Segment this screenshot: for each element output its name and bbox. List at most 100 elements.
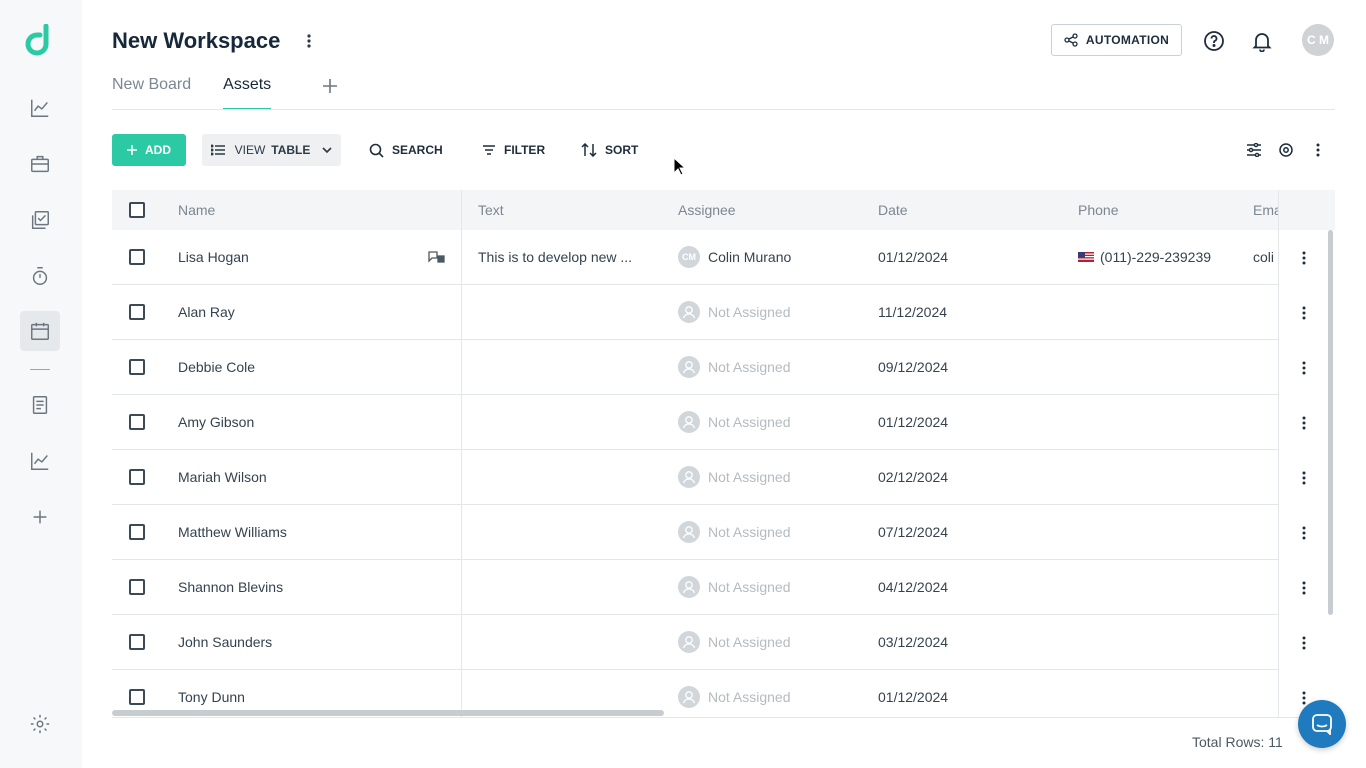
- row-checkbox[interactable]: [129, 524, 145, 540]
- search-button[interactable]: SEARCH: [369, 134, 443, 166]
- row-checkbox[interactable]: [129, 249, 145, 265]
- sidebar-item-reports[interactable]: [20, 441, 60, 481]
- row-more-button[interactable]: [1296, 468, 1312, 488]
- help-button[interactable]: [1202, 29, 1226, 53]
- cell-phone[interactable]: [1078, 560, 1243, 615]
- row-more-button[interactable]: [1296, 303, 1312, 323]
- table-row[interactable]: Shannon Blevins Not Assigned 04/12/2024: [112, 560, 1335, 615]
- cell-email[interactable]: [1253, 450, 1278, 505]
- automation-button[interactable]: AUTOMATION: [1051, 24, 1182, 56]
- row-checkbox[interactable]: [129, 304, 145, 320]
- cell-date[interactable]: 03/12/2024: [878, 615, 1058, 670]
- table-row[interactable]: Mariah Wilson Not Assigned 02/12/2024: [112, 450, 1335, 505]
- toolbar-more-button[interactable]: [1307, 139, 1329, 161]
- row-more-button[interactable]: [1296, 578, 1312, 598]
- row-more-button[interactable]: [1296, 248, 1312, 268]
- cell-name[interactable]: Matthew Williams: [178, 505, 428, 560]
- notifications-button[interactable]: [1250, 29, 1274, 53]
- cell-email[interactable]: [1253, 340, 1278, 395]
- cell-date[interactable]: 07/12/2024: [878, 505, 1058, 560]
- cell-phone[interactable]: [1078, 505, 1243, 560]
- cell-name[interactable]: Alan Ray: [178, 285, 428, 340]
- cell-name[interactable]: Amy Gibson: [178, 395, 428, 450]
- cell-assignee[interactable]: CM Colin Murano: [678, 230, 868, 285]
- row-more-button[interactable]: [1296, 413, 1312, 433]
- sort-button[interactable]: SORT: [581, 134, 638, 166]
- sidebar-add-button[interactable]: [20, 497, 60, 537]
- column-header-text[interactable]: Text: [478, 190, 504, 230]
- filter-button[interactable]: FILTER: [482, 134, 545, 166]
- cell-text[interactable]: This is to develop new ...: [478, 230, 648, 285]
- cell-text[interactable]: [478, 285, 648, 340]
- cell-phone[interactable]: [1078, 340, 1243, 395]
- row-checkbox[interactable]: [129, 414, 145, 430]
- sidebar-item-documents[interactable]: [20, 385, 60, 425]
- cell-email[interactable]: [1253, 395, 1278, 450]
- cell-name[interactable]: Lisa Hogan: [178, 230, 428, 285]
- sidebar-item-analytics[interactable]: [20, 88, 60, 128]
- cell-phone[interactable]: [1078, 285, 1243, 340]
- cell-assignee[interactable]: Not Assigned: [678, 395, 868, 450]
- horizontal-scrollbar[interactable]: [112, 710, 664, 716]
- column-header-date[interactable]: Date: [878, 190, 908, 230]
- row-checkbox[interactable]: [129, 579, 145, 595]
- table-row[interactable]: Lisa Hogan This is to develop new ... CM Co…: [112, 230, 1335, 285]
- cell-date[interactable]: 01/12/2024: [878, 395, 1058, 450]
- cell-date[interactable]: 04/12/2024: [878, 560, 1058, 615]
- cell-assignee[interactable]: Not Assigned: [678, 505, 868, 560]
- board-settings-button[interactable]: [1275, 139, 1297, 161]
- cell-phone[interactable]: [1078, 450, 1243, 505]
- row-more-button[interactable]: [1296, 523, 1312, 543]
- row-more-button[interactable]: [1296, 633, 1312, 653]
- cell-phone[interactable]: [1078, 670, 1243, 717]
- cell-phone[interactable]: (011)-229-239239: [1078, 230, 1243, 285]
- conversation-icon[interactable]: [427, 250, 445, 264]
- sidebar-item-portfolio[interactable]: [20, 144, 60, 184]
- cell-name[interactable]: John Saunders: [178, 615, 428, 670]
- row-checkbox[interactable]: [129, 469, 145, 485]
- cell-date[interactable]: 01/12/2024: [878, 670, 1058, 717]
- column-header-name[interactable]: Name: [178, 190, 215, 230]
- cell-name[interactable]: Debbie Cole: [178, 340, 428, 395]
- row-checkbox[interactable]: [129, 689, 145, 705]
- cell-date[interactable]: 11/12/2024: [878, 285, 1058, 340]
- cell-email[interactable]: [1253, 615, 1278, 670]
- cell-name[interactable]: Shannon Blevins: [178, 560, 428, 615]
- row-more-button[interactable]: [1296, 358, 1312, 378]
- table-row[interactable]: Alan Ray Not Assigned 11/12/2024: [112, 285, 1335, 340]
- cell-email[interactable]: [1253, 560, 1278, 615]
- sidebar-item-timer[interactable]: [20, 256, 60, 296]
- view-selector[interactable]: VIEW TABLE: [202, 134, 341, 166]
- cell-text[interactable]: [478, 615, 648, 670]
- chat-support-button[interactable]: [1298, 700, 1346, 748]
- sidebar-item-tasks[interactable]: [20, 200, 60, 240]
- cell-assignee[interactable]: Not Assigned: [678, 450, 868, 505]
- cell-email[interactable]: [1253, 670, 1278, 717]
- row-checkbox[interactable]: [129, 634, 145, 650]
- cell-assignee[interactable]: Not Assigned: [678, 670, 868, 717]
- column-settings-button[interactable]: [1243, 139, 1265, 161]
- select-all-checkbox[interactable]: [129, 202, 145, 218]
- cell-date[interactable]: 02/12/2024: [878, 450, 1058, 505]
- cell-assignee[interactable]: Not Assigned: [678, 615, 868, 670]
- cell-text[interactable]: [478, 340, 648, 395]
- vertical-scrollbar[interactable]: [1328, 230, 1333, 615]
- app-logo[interactable]: [25, 23, 55, 58]
- cell-email[interactable]: [1253, 505, 1278, 560]
- cell-email[interactable]: [1253, 285, 1278, 340]
- cell-text[interactable]: [478, 505, 648, 560]
- cell-text[interactable]: [478, 395, 648, 450]
- column-header-email[interactable]: Email: [1253, 190, 1278, 230]
- add-button[interactable]: ADD: [112, 134, 186, 166]
- table-row[interactable]: Matthew Williams Not Assigned 07/12/2024: [112, 505, 1335, 560]
- cell-text[interactable]: [478, 450, 648, 505]
- sidebar-settings-button[interactable]: [20, 704, 60, 744]
- cell-assignee[interactable]: Not Assigned: [678, 285, 868, 340]
- table-row[interactable]: Debbie Cole Not Assigned 09/12/2024: [112, 340, 1335, 395]
- tab-assets[interactable]: Assets: [223, 70, 272, 110]
- table-row[interactable]: Amy Gibson Not Assigned 01/12/2024: [112, 395, 1335, 450]
- add-tab-button[interactable]: [320, 76, 340, 96]
- column-header-assignee[interactable]: Assignee: [678, 190, 736, 230]
- cell-phone[interactable]: [1078, 395, 1243, 450]
- cell-text[interactable]: [478, 560, 648, 615]
